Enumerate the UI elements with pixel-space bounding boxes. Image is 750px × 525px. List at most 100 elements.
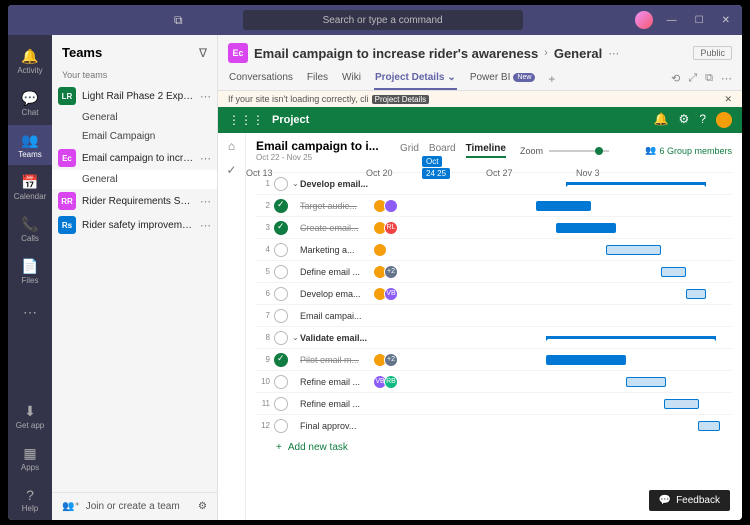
task-row[interactable]: 8⌄Validate email...	[256, 326, 732, 348]
check-icon[interactable]: ✓	[226, 163, 236, 177]
add-tab-button[interactable]: +	[548, 72, 555, 86]
gantt-bar[interactable]	[566, 182, 706, 185]
tab-project-details[interactable]: Project Details⌄	[374, 67, 457, 90]
task-checkbox[interactable]	[274, 331, 288, 345]
channel-item[interactable]: General	[52, 170, 217, 189]
chevron-icon[interactable]: ⌄	[292, 179, 300, 188]
popout-icon[interactable]: ⧉	[705, 72, 713, 85]
task-row[interactable]: 7Email campai...	[256, 304, 732, 326]
rail-calendar[interactable]: 📅Calendar	[8, 167, 52, 207]
gantt-bar[interactable]	[664, 399, 699, 409]
close-button[interactable]: ✕	[718, 15, 734, 26]
view-grid[interactable]: Grid	[400, 143, 419, 158]
task-row[interactable]: 9Pilot email m...+2	[256, 348, 732, 370]
settings-icon[interactable]: ⚙	[679, 112, 690, 128]
feedback-button[interactable]: 💬 Feedback	[649, 490, 730, 511]
gantt-bar[interactable]	[698, 421, 720, 431]
task-row[interactable]: 3Create email...RL	[256, 216, 732, 238]
assignees[interactable]: +2	[376, 265, 406, 279]
task-checkbox[interactable]	[274, 375, 288, 389]
home-icon[interactable]: ⌂	[228, 139, 235, 153]
assignees[interactable]: VB	[376, 287, 406, 301]
task-row[interactable]: 6Develop ema...VB	[256, 282, 732, 304]
channel-item[interactable]: Email Campaign	[52, 127, 217, 146]
gantt-bar[interactable]	[606, 245, 661, 255]
team-more-icon[interactable]: ⋯	[200, 219, 211, 232]
rail-activity[interactable]: 🔔Activity	[8, 41, 52, 81]
team-row[interactable]: EcEmail campaign to increa...⋯	[52, 146, 217, 170]
rail-calls[interactable]: 📞Calls	[8, 209, 52, 249]
assignees[interactable]	[376, 199, 406, 213]
tab-conversations[interactable]: Conversations	[228, 67, 294, 90]
tab-power-bi[interactable]: Power BINew	[469, 67, 537, 90]
tab-wiki[interactable]: Wiki	[341, 67, 362, 90]
chevron-icon[interactable]: ⌄	[292, 333, 300, 342]
task-row[interactable]: 5Define email ...+2	[256, 260, 732, 282]
gantt-bar[interactable]	[536, 201, 591, 211]
task-row[interactable]: 4Marketing a...	[256, 238, 732, 260]
task-row[interactable]: 1⌄Develop email...	[256, 172, 732, 194]
team-more-icon[interactable]: ⋯	[200, 152, 211, 165]
minimize-button[interactable]: —	[663, 15, 681, 26]
task-checkbox[interactable]	[274, 397, 288, 411]
task-checkbox[interactable]	[274, 177, 288, 191]
task-row[interactable]: 2Target audie...	[256, 194, 732, 216]
join-create-team[interactable]: 👥⁺ Join or create a team ⚙	[52, 492, 217, 520]
view-timeline[interactable]: Timeline	[466, 143, 506, 158]
gantt-bar[interactable]	[661, 267, 686, 277]
breadcrumb-team[interactable]: Email campaign to increase rider's aware…	[254, 46, 538, 61]
gear-icon[interactable]: ⚙	[198, 501, 207, 512]
team-row[interactable]: LRLight Rail Phase 2 Expans...⋯	[52, 84, 217, 108]
gantt-bar[interactable]	[686, 289, 706, 299]
more-icon[interactable]: ⋯	[721, 72, 732, 85]
task-checkbox[interactable]	[274, 221, 288, 235]
gantt-bar[interactable]	[626, 377, 666, 387]
assignees[interactable]: +2	[376, 353, 406, 367]
help-icon[interactable]: ?	[699, 112, 706, 128]
gantt-bar[interactable]	[546, 336, 716, 339]
task-checkbox[interactable]	[274, 287, 288, 301]
group-members[interactable]: 👥 6 Group members	[645, 145, 732, 156]
channel-item[interactable]: General	[52, 108, 217, 127]
gantt-bar[interactable]	[546, 355, 626, 365]
team-more-icon[interactable]: ⋯	[200, 90, 211, 103]
task-checkbox[interactable]	[274, 309, 288, 323]
task-checkbox[interactable]	[274, 265, 288, 279]
task-row[interactable]: 12Final approv...	[256, 414, 732, 436]
task-checkbox[interactable]	[274, 243, 288, 257]
search-input[interactable]: Search or type a command	[243, 10, 523, 30]
rail-get-app[interactable]: ⬇Get app	[8, 396, 52, 436]
filter-icon[interactable]: ∇	[199, 46, 207, 60]
header-more[interactable]: ⋯	[608, 47, 619, 60]
bell-icon[interactable]: 🔔	[654, 112, 669, 128]
rail-teams[interactable]: 👥Teams	[8, 125, 52, 165]
popout-icon[interactable]: ⧉	[174, 13, 183, 28]
assignees[interactable]: VBRB	[376, 375, 406, 389]
task-checkbox[interactable]	[274, 353, 288, 367]
team-row[interactable]: RRRider Requirements Survey⋯	[52, 189, 217, 213]
tab-files[interactable]: Files	[306, 67, 329, 90]
team-row[interactable]: RsRider safety improvements⋯	[52, 213, 217, 237]
waffle-icon[interactable]: ⋮⋮⋮	[228, 113, 264, 127]
privacy-badge[interactable]: Public	[693, 46, 732, 60]
rail-more[interactable]: ⋯	[8, 293, 52, 333]
rail-chat[interactable]: 💬Chat	[8, 83, 52, 123]
zoom-slider[interactable]	[549, 150, 609, 152]
add-task-button[interactable]: +Add new task	[256, 436, 732, 459]
expand-icon[interactable]: ⤢	[688, 72, 697, 85]
profile-avatar[interactable]	[716, 112, 732, 128]
rail-help[interactable]: ?Help	[8, 480, 52, 520]
zoom-control[interactable]: Zoom	[520, 146, 609, 156]
assignees[interactable]	[376, 243, 406, 257]
assignees[interactable]: RL	[376, 221, 406, 235]
user-avatar[interactable]	[635, 11, 653, 29]
team-more-icon[interactable]: ⋯	[200, 195, 211, 208]
task-row[interactable]: 11Refine email ...	[256, 392, 732, 414]
gantt-bar[interactable]	[556, 223, 616, 233]
task-checkbox[interactable]	[274, 199, 288, 213]
refresh-icon[interactable]: ⟲	[671, 72, 680, 85]
task-row[interactable]: 10Refine email ...VBRB	[256, 370, 732, 392]
rail-apps[interactable]: ▦Apps	[8, 438, 52, 478]
rail-files[interactable]: 📄Files	[8, 251, 52, 291]
close-warning-icon[interactable]: ✕	[724, 94, 732, 105]
